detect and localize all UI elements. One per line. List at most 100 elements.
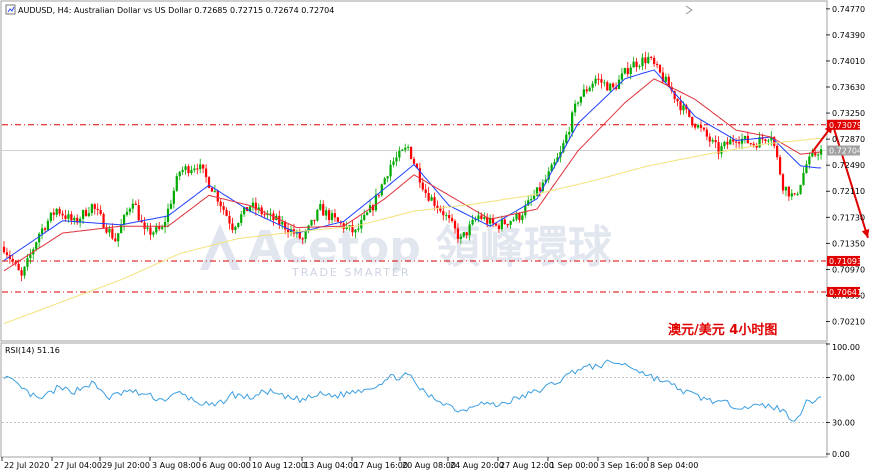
candle-body <box>102 214 105 229</box>
candle-body <box>210 187 214 192</box>
candle-body <box>448 215 451 219</box>
price-tick-label: 0.72490 <box>832 161 865 170</box>
time-tick-label: 3 Aug 08:00 <box>152 461 201 470</box>
candle-body <box>477 215 480 220</box>
price-tick-label: 0.74010 <box>832 57 865 66</box>
candle-body <box>55 208 58 215</box>
candle-body <box>664 76 667 82</box>
candle-body <box>588 87 591 92</box>
candle-body <box>521 215 524 221</box>
candle-body <box>515 213 518 220</box>
candle-body <box>216 190 219 202</box>
candle-body <box>81 210 85 219</box>
price-tick-label: 0.71350 <box>832 239 865 248</box>
candle-body <box>231 223 234 231</box>
candle-body <box>641 57 644 67</box>
candle-body <box>708 136 711 142</box>
candle-body <box>421 182 424 190</box>
candle-body <box>612 83 615 88</box>
candle-body <box>609 83 612 91</box>
candle-body <box>480 215 483 219</box>
candle-body <box>325 210 328 216</box>
candle-body <box>691 116 694 125</box>
candle-body <box>193 168 196 171</box>
chart-header-text: AUDUSD, H4: Australian Dollar vs US Doll… <box>18 6 334 15</box>
time-tick-label: 10 Aug 12:00 <box>252 461 306 470</box>
candle-body <box>679 101 682 111</box>
candle-body <box>2 246 6 253</box>
candle-body <box>509 221 512 225</box>
time-tick-label: 27 Jul 04:00 <box>54 461 102 470</box>
candle-body <box>456 228 460 240</box>
candle-body <box>530 199 533 201</box>
candle-body <box>389 164 392 177</box>
candle-body <box>407 146 410 148</box>
candle-body <box>143 222 146 229</box>
main-panel-frame <box>0 0 828 342</box>
candle-body <box>90 204 93 214</box>
candle-body <box>433 197 436 206</box>
candle-body <box>319 204 322 210</box>
candle-body <box>20 270 23 276</box>
time-tick-label: 1 Sep 00:00 <box>550 461 598 470</box>
candle-body <box>518 213 521 221</box>
candle-body <box>497 225 501 230</box>
candle-body <box>219 201 222 207</box>
candle-body <box>711 140 714 142</box>
candle-body <box>46 220 50 230</box>
candle-body <box>304 231 307 239</box>
time-tick-label: 24 Aug 20:00 <box>450 461 504 470</box>
candle-body <box>327 210 331 220</box>
candle-body <box>442 211 445 216</box>
candle-body <box>682 105 685 111</box>
candle-body <box>471 219 474 225</box>
candle-body <box>333 213 337 218</box>
candle-body <box>594 78 597 84</box>
candle-body <box>11 258 14 262</box>
candle-body <box>620 73 624 80</box>
candle-body <box>330 213 334 220</box>
candle-body <box>450 218 454 222</box>
chart-annotation: 澳元/美元 4小时图 <box>668 322 777 338</box>
candle-body <box>808 156 811 165</box>
candle-body <box>395 157 398 162</box>
candle-body <box>571 112 574 133</box>
price-tick-label: 0.71730 <box>832 213 865 222</box>
candle-body <box>404 147 407 150</box>
candle-body <box>752 143 755 146</box>
candle-body <box>778 157 782 175</box>
time-tick-label: 8 Sep 04:00 <box>650 461 698 470</box>
candle-body <box>175 176 178 191</box>
candle-body <box>199 164 202 170</box>
candle-body <box>43 228 47 230</box>
candle-body <box>676 99 679 102</box>
candle-body <box>70 214 73 221</box>
price-tag-label: 0.72704 <box>829 147 862 156</box>
candle-body <box>591 83 594 88</box>
candle-body <box>532 195 536 200</box>
candle-body <box>240 214 243 223</box>
candle-body <box>699 125 703 128</box>
candle-body <box>366 212 369 215</box>
candle-body <box>222 206 225 210</box>
candle-body <box>796 193 799 195</box>
candle-body <box>737 142 741 144</box>
candle-body <box>398 150 401 158</box>
price-tick-label: 0.70970 <box>832 265 865 274</box>
candle-body <box>635 61 638 68</box>
candle-body <box>468 224 471 236</box>
rsi-panel: RSI(14) 51.16 100.00 70.00 30.00 0.00 <box>2 343 860 459</box>
candle-body <box>99 209 102 215</box>
candle-body <box>817 154 820 156</box>
candle-body <box>579 96 583 103</box>
candle-body <box>729 139 732 145</box>
price-tick-label: 0.72110 <box>832 187 865 196</box>
candle-body <box>181 169 184 172</box>
candle-body <box>281 221 284 225</box>
candle-body <box>313 219 316 221</box>
candle-body <box>38 233 41 243</box>
candle-body <box>603 82 606 84</box>
corner-marker-icon <box>685 5 693 15</box>
candle-body <box>149 227 152 235</box>
candle-body <box>84 210 88 216</box>
